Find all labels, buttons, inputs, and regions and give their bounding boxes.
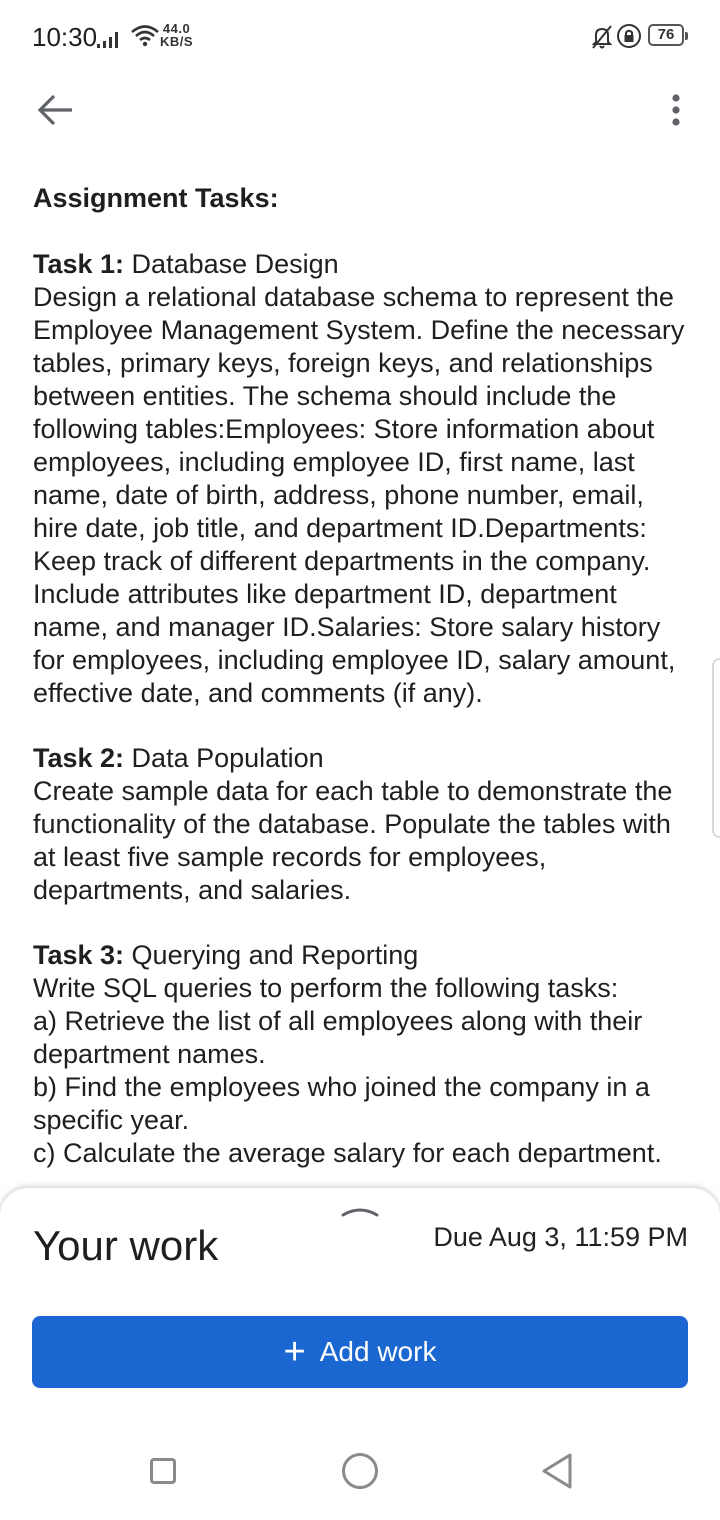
lock-icon	[617, 24, 641, 48]
due-date: Due Aug 3, 11:59 PM	[433, 1222, 688, 1252]
task-name: Database Design	[124, 249, 339, 279]
signal-icon	[97, 32, 118, 48]
task-3: Task 3: Querying and Reporting Write SQL…	[33, 939, 693, 1170]
task-line: Write SQL queries to perform the followi…	[33, 973, 619, 1003]
task-title: Task 3: Querying and Reporting	[33, 939, 693, 972]
scroll-edge-handle[interactable]	[712, 658, 720, 838]
add-work-button[interactable]: + Add work	[32, 1316, 688, 1388]
plus-icon: +	[283, 1331, 306, 1373]
task-1: Task 1: Database Design Design a relatio…	[33, 248, 693, 710]
task-title: Task 2: Data Population	[33, 742, 693, 775]
task-label: Task 1:	[33, 249, 125, 279]
task-body: Design a relational database schema to r…	[33, 282, 685, 708]
task-title: Task 1: Database Design	[33, 248, 693, 281]
battery-indicator: 76	[648, 24, 688, 46]
arrow-back-icon[interactable]	[30, 88, 78, 132]
task-line: b) Find the employees who joined the com…	[33, 1072, 650, 1135]
assignment-description: Assignment Tasks: Task 1: Database Desig…	[33, 180, 693, 1190]
more-vert-icon[interactable]	[664, 88, 688, 132]
home-button[interactable]	[342, 1453, 378, 1489]
chevron-up-icon[interactable]	[340, 1204, 380, 1218]
status-bar: 10:30 44.0 KB/S 76	[0, 0, 720, 76]
task-name: Querying and Reporting	[124, 940, 419, 970]
task-label: Task 3:	[33, 940, 125, 970]
task-2: Task 2: Data Population Create sample da…	[33, 742, 693, 907]
task-line: c) Calculate the average salary for each…	[33, 1138, 662, 1168]
network-speed-unit: KB/S	[160, 34, 194, 49]
recents-button[interactable]	[150, 1458, 176, 1484]
network-speed: 44.0 KB/S	[160, 22, 193, 48]
task-label: Task 2:	[33, 743, 125, 773]
add-work-label: Add work	[319, 1336, 437, 1367]
task-name: Data Population	[124, 743, 324, 773]
task-body: Create sample data for each table to dem…	[33, 776, 673, 905]
nav-back-icon[interactable]	[540, 1452, 574, 1490]
your-work-title: Your work	[33, 1222, 219, 1269]
bell-off-icon	[591, 25, 613, 49]
assignment-heading: Assignment Tasks:	[33, 183, 279, 213]
wifi-icon	[131, 25, 159, 47]
status-time: 10:30	[32, 22, 98, 52]
task-line: a) Retrieve the list of all employees al…	[33, 1006, 643, 1069]
